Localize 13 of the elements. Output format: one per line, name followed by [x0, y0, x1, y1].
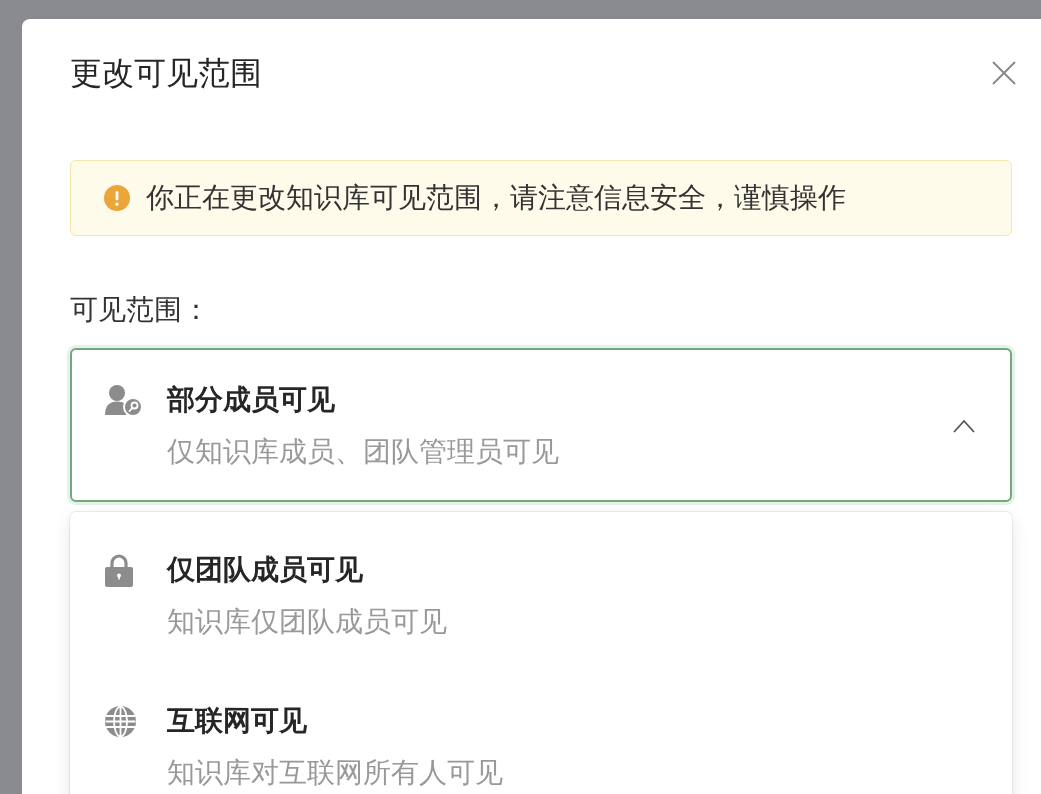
option-item[interactable]: 仅团队成员可见 知识库仅团队成员可见: [70, 512, 1012, 663]
lock-icon: [105, 553, 133, 587]
field-label: 可见范围：: [70, 293, 210, 327]
close-button[interactable]: [992, 61, 1016, 85]
globe-icon: [105, 705, 136, 737]
close-icon: [992, 61, 1016, 85]
alert-message: 你正在更改知识库可见范围，请注意信息安全，谨慎操作: [146, 181, 846, 215]
option-item[interactable]: 互联网可见 知识库对互联网所有人可见: [70, 663, 1012, 794]
chevron-up-icon: [953, 419, 975, 433]
person-search-icon: [105, 383, 143, 417]
dialog-title: 更改可见范围: [70, 54, 262, 93]
visibility-select[interactable]: 部分成员可见 仅知识库成员、团队管理员可见: [70, 348, 1012, 502]
warning-icon: [104, 185, 130, 211]
